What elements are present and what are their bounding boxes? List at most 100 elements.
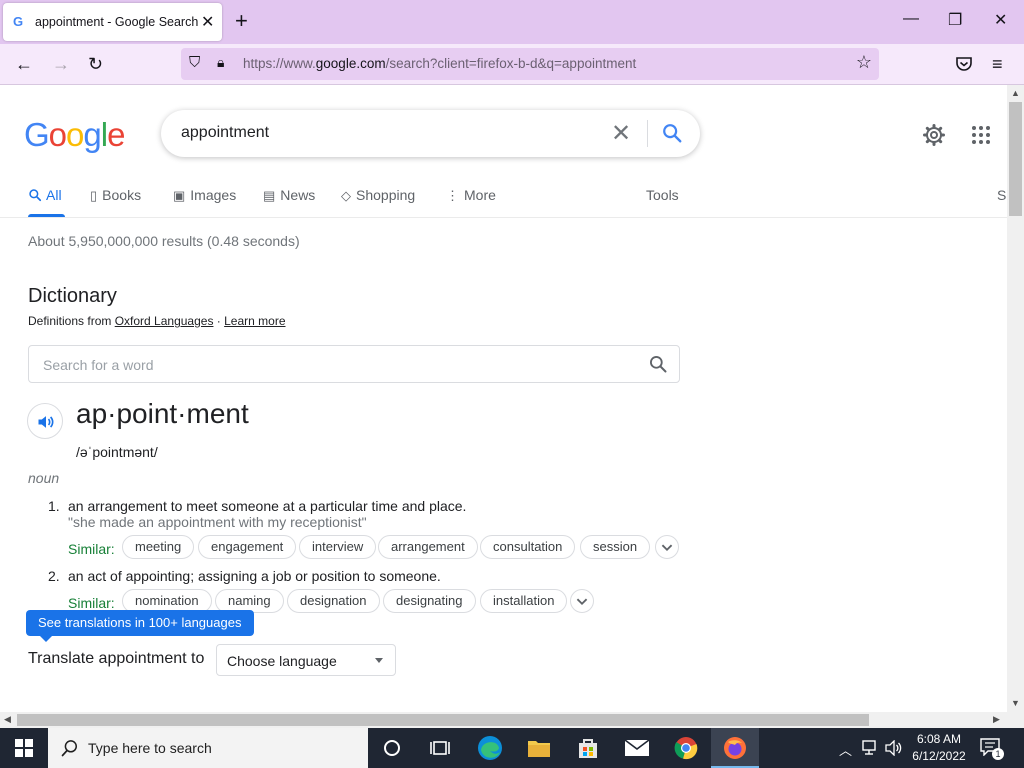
store-bag-icon <box>579 739 597 758</box>
volume-icon[interactable] <box>885 740 903 756</box>
firefox-browser-icon <box>724 737 746 759</box>
tab-books[interactable]: ▯ Books <box>90 187 141 204</box>
search-input[interactable]: appointment <box>181 124 269 142</box>
expand-similar-button[interactable] <box>655 535 679 559</box>
word-search-input[interactable]: Search for a word <box>28 345 680 383</box>
news-icon: ▤ <box>263 188 276 203</box>
oxford-languages-link[interactable]: Oxford Languages <box>115 314 214 328</box>
cut-off-link[interactable]: S <box>997 187 1006 203</box>
taskbar-search-box[interactable]: Type here to search <box>48 728 368 768</box>
scroll-thumb[interactable] <box>17 714 869 726</box>
source-prefix: Definitions from <box>28 314 115 328</box>
similar-chip[interactable]: interview <box>299 535 377 559</box>
chrome-browser-icon <box>674 737 698 760</box>
firefox-taskbar-button[interactable] <box>711 728 759 768</box>
vertical-scrollbar[interactable]: ▲ ▼ <box>1007 85 1024 712</box>
book-icon: ▯ <box>90 188 98 203</box>
search-tabs: All ▯ Books ▣ Images ▤ News ◇ Shopping ⋮ More… <box>0 175 1007 218</box>
close-window-icon[interactable]: ✕ <box>994 10 1007 30</box>
scroll-left-arrow-icon[interactable]: ◀ <box>4 714 11 725</box>
browser-nav-bar: ← → ↻ ⛉ 🔒︎ https://www.google.com/search… <box>0 44 1024 85</box>
language-select[interactable]: Choose language <box>216 644 396 676</box>
start-button[interactable] <box>0 728 48 768</box>
search-icon[interactable] <box>648 354 668 374</box>
image-icon: ▣ <box>173 188 186 203</box>
edge-taskbar-button[interactable] <box>466 728 514 768</box>
sense-number: 2. <box>48 568 60 584</box>
similar-chip[interactable]: designation <box>287 589 380 613</box>
address-bar[interactable]: ⛉ 🔒︎ https://www.google.com/search?clien… <box>181 48 879 80</box>
tracking-protection-icon[interactable]: ⛉ <box>189 54 200 71</box>
url-text[interactable]: https://www.google.com/search?client=fir… <box>243 56 636 71</box>
browser-tab[interactable]: G appointment - Google Search ✕ <box>3 3 222 41</box>
minimize-icon[interactable]: — <box>903 10 919 28</box>
action-center-button[interactable]: 1 <box>980 738 1004 760</box>
mail-envelope-icon <box>624 739 650 756</box>
google-favicon-icon: G <box>13 14 24 29</box>
expand-similar-button[interactable] <box>570 589 594 613</box>
reload-icon[interactable]: ↻ <box>88 54 103 75</box>
similar-chip[interactable]: engagement <box>198 535 297 559</box>
similar-chip[interactable]: meeting <box>122 535 195 559</box>
similar-chip[interactable]: installation <box>480 589 568 613</box>
file-explorer-taskbar-button[interactable] <box>515 728 563 768</box>
show-hidden-icons-chevron-icon[interactable]: ︿ <box>839 740 852 759</box>
lock-icon[interactable]: 🔒︎ <box>217 54 224 71</box>
restore-icon[interactable]: ❐ <box>948 10 962 30</box>
tab-shopping[interactable]: ◇ Shopping <box>341 187 415 204</box>
phonetic: /əˈpointmənt/ <box>76 444 158 460</box>
similar-chip[interactable]: arrangement <box>378 535 478 559</box>
active-tab-indicator <box>28 214 65 217</box>
pronunciation-button[interactable] <box>27 403 63 439</box>
learn-more-link[interactable]: Learn more <box>224 314 285 328</box>
tools-button[interactable]: Tools <box>646 187 679 203</box>
forward-icon[interactable]: → <box>52 54 70 75</box>
similar-chip[interactable]: designating <box>383 589 476 613</box>
scroll-thumb[interactable] <box>1009 102 1022 216</box>
scroll-down-arrow-icon[interactable]: ▼ <box>1011 698 1020 708</box>
similar-label: Similar: <box>68 595 115 611</box>
windows-taskbar: Type here to search ︿ 6:08 AM 6/12/2022 … <box>0 728 1024 768</box>
task-view-button[interactable] <box>416 728 464 768</box>
search-icon <box>29 189 42 202</box>
scroll-up-arrow-icon[interactable]: ▲ <box>1011 88 1020 98</box>
scrollbar-corner <box>1007 712 1024 728</box>
clock-time: 6:08 AM <box>916 732 962 746</box>
similar-chip[interactable]: session <box>580 535 651 559</box>
back-icon[interactable]: ← <box>15 54 33 75</box>
taskbar-clock[interactable]: 6:08 AM 6/12/2022 <box>905 731 973 765</box>
tab-images[interactable]: ▣ Images <box>173 187 236 204</box>
definition-text: an act of appointing; assigning a job or… <box>68 568 441 584</box>
dictionary-source: Definitions from Oxford Languages · Lear… <box>28 314 286 328</box>
pocket-icon[interactable] <box>955 56 973 73</box>
mail-taskbar-button[interactable] <box>613 728 661 768</box>
cortana-button[interactable] <box>368 728 416 768</box>
google-logo[interactable]: Google <box>24 116 125 154</box>
task-view-icon <box>430 741 450 755</box>
cortana-circle-icon <box>384 740 400 756</box>
horizontal-scrollbar[interactable]: ◀ ▶ <box>0 712 1007 728</box>
search-box[interactable]: appointment ✕ <box>161 110 700 157</box>
new-tab-icon[interactable]: + <box>235 8 248 34</box>
google-apps-grid-icon[interactable] <box>972 126 990 144</box>
store-taskbar-button[interactable] <box>564 728 612 768</box>
clear-search-icon[interactable]: ✕ <box>611 119 631 148</box>
close-tab-icon[interactable]: ✕ <box>201 12 214 32</box>
translations-tooltip[interactable]: See translations in 100+ languages <box>26 610 254 642</box>
bookmark-star-icon[interactable]: ☆ <box>856 52 872 73</box>
network-icon[interactable] <box>862 740 880 756</box>
tab-news[interactable]: ▤ News <box>263 187 315 204</box>
similar-chip[interactable]: consultation <box>480 535 576 559</box>
chrome-taskbar-button[interactable] <box>662 728 710 768</box>
logo-letter: o <box>66 116 84 153</box>
source-separator: · <box>213 314 225 328</box>
scroll-right-arrow-icon[interactable]: ▶ <box>993 714 1000 725</box>
example-text: "she made an appointment with my recepti… <box>68 514 367 530</box>
search-icon[interactable] <box>661 122 683 144</box>
speaker-icon <box>38 416 54 428</box>
tab-all[interactable]: All <box>28 187 62 203</box>
tab-more[interactable]: ⋮ More <box>446 187 496 204</box>
settings-gear-icon[interactable] <box>922 123 946 147</box>
logo-letter: g <box>83 116 101 153</box>
menu-hamburger-icon[interactable]: ≡ <box>992 54 1003 75</box>
